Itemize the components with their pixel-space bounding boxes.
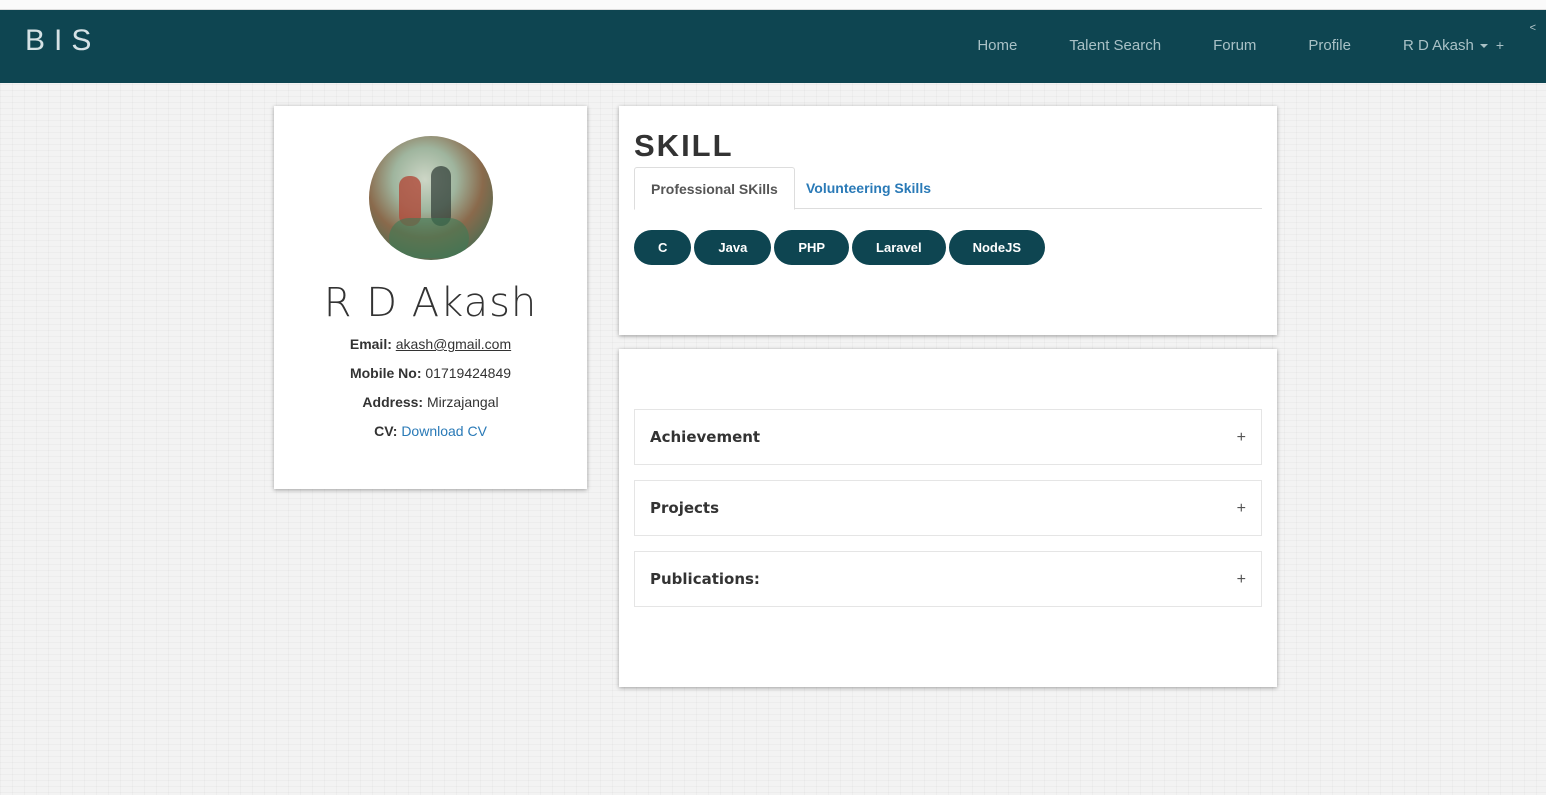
skill-pill-c[interactable]: C bbox=[634, 230, 692, 265]
mobile-value: 01719424849 bbox=[425, 365, 512, 381]
skill-pill-nodejs[interactable]: NodeJS bbox=[948, 230, 1045, 265]
skill-card: SKILL Professional SKills Volunteering S… bbox=[619, 106, 1277, 335]
accordion-card: Achievement + Projects + Publications: + bbox=[619, 349, 1277, 687]
cv-row: CV: Download CV bbox=[274, 423, 587, 439]
email-link[interactable]: akash@gmail.com bbox=[396, 336, 511, 352]
skill-title: SKILL bbox=[634, 128, 734, 163]
nav-talent-search[interactable]: Talent Search bbox=[1069, 37, 1161, 54]
accordion-achievement[interactable]: Achievement + bbox=[634, 409, 1262, 465]
expand-plus-icon[interactable]: + bbox=[1237, 501, 1246, 517]
user-menu-dropdown[interactable]: R D Akash + bbox=[1403, 37, 1504, 54]
address-label: Address: bbox=[362, 394, 424, 410]
tab-professional-skills[interactable]: Professional SKills bbox=[634, 167, 795, 210]
email-label: Email: bbox=[349, 336, 392, 352]
accordion-projects[interactable]: Projects + bbox=[634, 480, 1262, 536]
expand-plus-icon[interactable]: + bbox=[1237, 572, 1246, 588]
accordion-publications[interactable]: Publications: + bbox=[634, 551, 1262, 607]
address-row: Address: Mirzajangal bbox=[274, 394, 587, 410]
tab-volunteering-skills[interactable]: Volunteering Skills bbox=[790, 167, 947, 210]
profile-card: R D Akash Email: akash@gmail.com Mobile … bbox=[274, 106, 587, 489]
skill-pill-php[interactable]: PHP bbox=[774, 230, 850, 265]
brand-logo[interactable]: BIS bbox=[25, 24, 100, 58]
skill-pill-java[interactable]: Java bbox=[694, 230, 772, 265]
accordion-label: Achievement bbox=[650, 428, 761, 446]
accordion-label: Projects bbox=[650, 499, 720, 517]
cv-label: CV: bbox=[374, 423, 398, 439]
nav-home[interactable]: Home bbox=[977, 37, 1017, 54]
mobile-label: Mobile No: bbox=[349, 365, 422, 381]
skill-tabs: Professional SKills Volunteering Skills bbox=[634, 167, 1262, 210]
accordion-label: Publications: bbox=[650, 570, 760, 588]
address-value: Mirzajangal bbox=[426, 394, 499, 410]
caret-down-icon bbox=[1479, 44, 1488, 49]
nav-forum[interactable]: Forum bbox=[1213, 37, 1256, 54]
plus-icon: + bbox=[1495, 37, 1504, 53]
nav-links: Home Talent Search Forum Profile R D Aka… bbox=[925, 37, 1504, 54]
user-menu-label: R D Akash bbox=[1402, 37, 1474, 54]
skill-pills: C Java PHP Laravel NodeJS bbox=[634, 230, 1048, 265]
avatar bbox=[368, 136, 493, 260]
browser-bookmark-strip bbox=[0, 0, 1546, 10]
collapse-icon[interactable]: < bbox=[1530, 22, 1536, 34]
email-row: Email: akash@gmail.com bbox=[274, 336, 587, 352]
nav-profile[interactable]: Profile bbox=[1308, 37, 1351, 54]
expand-plus-icon[interactable]: + bbox=[1237, 430, 1246, 446]
top-navbar: BIS Home Talent Search Forum Profile R D… bbox=[0, 10, 1546, 83]
profile-name: R D Akash bbox=[323, 280, 538, 326]
download-cv-link[interactable]: Download CV bbox=[401, 423, 487, 439]
mobile-row: Mobile No: 01719424849 bbox=[274, 365, 587, 381]
skill-pill-laravel[interactable]: Laravel bbox=[852, 230, 946, 265]
